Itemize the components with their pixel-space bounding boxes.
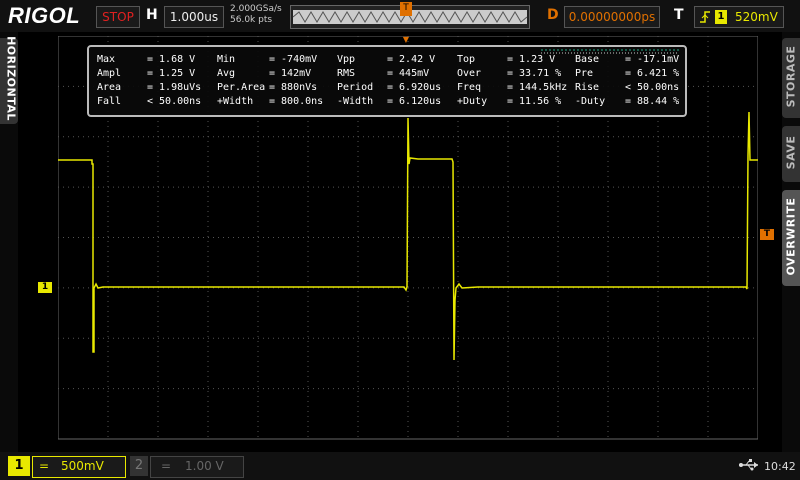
storage-tab-label: STORAGE bbox=[784, 45, 798, 108]
trigger-channel-badge: 1 bbox=[715, 10, 727, 24]
horizontal-menu-tab[interactable]: HORIZONTAL bbox=[0, 36, 18, 124]
measurement-value: = 144.5kHz bbox=[507, 82, 568, 93]
measurement-name: Vpp bbox=[337, 54, 356, 65]
clock: 10:42 bbox=[764, 460, 796, 473]
usb-svg bbox=[739, 459, 758, 471]
memory-depth: 56.0k pts bbox=[230, 15, 273, 25]
save-menu-tab[interactable]: SAVE bbox=[782, 126, 800, 182]
measurement-value: < 50.00ns bbox=[147, 96, 202, 107]
rising-edge-svg bbox=[700, 11, 710, 23]
sample-rate: 2.000GSa/s bbox=[230, 4, 282, 14]
measurement-value: = 142mV bbox=[269, 68, 312, 79]
measurement-value: = 6.421 % bbox=[625, 68, 680, 79]
measurement-value: = -17.1mV bbox=[625, 54, 680, 65]
measurement-name: -Width bbox=[337, 96, 374, 107]
measurement-value: = 1.68 V bbox=[147, 54, 196, 65]
measurement-name: Area bbox=[97, 82, 122, 93]
ch1-settings[interactable]: = 500mV bbox=[32, 456, 126, 478]
measurement-name: -Duty bbox=[575, 96, 606, 107]
measurement-value: = 445mV bbox=[387, 68, 430, 79]
usb-icon bbox=[738, 458, 760, 476]
ch1-offset-marker[interactable]: 1 bbox=[38, 282, 52, 293]
trigger-position-marker[interactable]: T bbox=[400, 2, 412, 16]
brand-logo: RIGOL bbox=[8, 3, 81, 28]
measurement-value: = 6.120us bbox=[387, 96, 442, 107]
measurement-value: = 1.98uVs bbox=[147, 82, 202, 93]
trigger-level-value: 520mV bbox=[735, 10, 778, 24]
storage-menu-tab[interactable]: STORAGE bbox=[782, 38, 800, 118]
run-stop-indicator[interactable]: STOP bbox=[96, 6, 140, 28]
ch2-settings[interactable]: = 1.00 V bbox=[150, 456, 244, 478]
measurement-name: Per.Area bbox=[217, 82, 266, 93]
measurement-name: +Width bbox=[217, 96, 254, 107]
measurement-name: Rise bbox=[575, 82, 600, 93]
measurement-name: RMS bbox=[337, 68, 356, 79]
measurement-value: = 11.56 % bbox=[507, 96, 562, 107]
trigger-label: T bbox=[674, 7, 684, 23]
measurement-name: Freq bbox=[457, 82, 482, 93]
ch2-scale: 1.00 V bbox=[185, 459, 224, 473]
overwrite-tab-label: OVERWRITE bbox=[784, 197, 798, 276]
delay-value[interactable]: 0.00000000ps bbox=[564, 6, 660, 28]
top-status-bar: RIGOL STOP H 1.000us 2.000GSa/s 56.0k pt… bbox=[0, 0, 800, 32]
measurement-value: = 6.920us bbox=[387, 82, 442, 93]
ch1-badge[interactable]: 1 bbox=[8, 456, 30, 476]
measurement-name: Period bbox=[337, 82, 374, 93]
trigger-position-arrow: ▼ bbox=[402, 35, 410, 44]
timebase-value[interactable]: 1.000us bbox=[164, 6, 224, 28]
ch1-scale: 500mV bbox=[61, 459, 104, 473]
measurement-name: +Duty bbox=[457, 96, 488, 107]
rising-edge-icon bbox=[699, 10, 711, 27]
horizontal-tab-label: HORIZONTAL bbox=[4, 36, 18, 121]
measurement-name: Max bbox=[97, 54, 116, 65]
measurement-value: = 88.44 % bbox=[625, 96, 680, 107]
acquisition-info: 2.000GSa/s 56.0k pts bbox=[230, 4, 282, 26]
measurement-name: Top bbox=[457, 54, 476, 65]
measurement-value: < 50.00ns bbox=[625, 82, 680, 93]
measurement-value: = 1.25 V bbox=[147, 68, 196, 79]
measurement-name: Base bbox=[575, 54, 600, 65]
measurement-name: Pre bbox=[575, 68, 594, 79]
overwrite-menu-tab[interactable]: OVERWRITE bbox=[782, 190, 800, 286]
measurement-name: Fall bbox=[97, 96, 122, 107]
measurement-name: Ampl bbox=[97, 68, 122, 79]
measurement-panel: Max = 1.68 V Min = -740mV Vpp = 2.42 V Top = 1.… bbox=[87, 45, 687, 117]
measurement-value: = 2.42 V bbox=[387, 54, 436, 65]
trigger-level-marker[interactable]: T bbox=[760, 229, 774, 240]
horizontal-label: H bbox=[146, 7, 158, 23]
ch1-coupling-icon: = bbox=[39, 459, 50, 473]
save-tab-label: SAVE bbox=[784, 135, 798, 170]
measurement-name: Avg bbox=[217, 68, 236, 79]
measurement-value: = 800.0ns bbox=[269, 96, 324, 107]
measurement-value: = 1.23 V bbox=[507, 54, 556, 65]
delay-label: D bbox=[547, 7, 559, 23]
ch2-badge[interactable]: 2 bbox=[130, 456, 148, 476]
trigger-settings[interactable]: 1 520mV bbox=[694, 6, 784, 28]
measurement-name: Min bbox=[217, 54, 236, 65]
measurement-value: = -740mV bbox=[269, 54, 318, 65]
measurement-value: = 33.71 % bbox=[507, 68, 562, 79]
measurement-name: Over bbox=[457, 68, 482, 79]
ch2-coupling-icon: = bbox=[161, 459, 172, 473]
measurement-value: = 880nVs bbox=[269, 82, 318, 93]
